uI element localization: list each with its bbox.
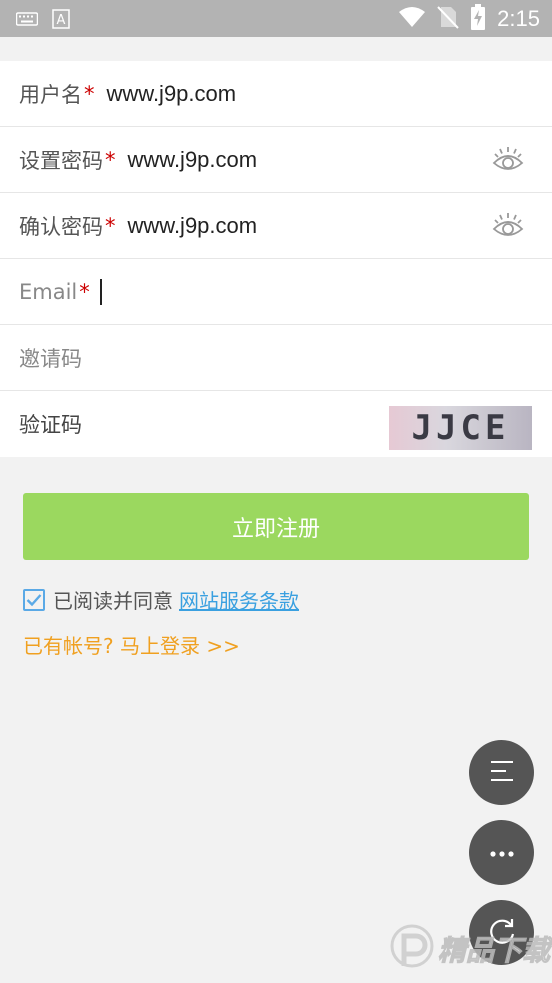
invite-code-label: 邀请码 — [19, 346, 82, 371]
required-mark: * — [79, 279, 90, 304]
watermark-logo-icon — [390, 922, 434, 976]
required-mark: * — [84, 81, 95, 106]
username-label: 用户名 — [19, 82, 82, 107]
register-button[interactable]: 立即注册 — [23, 493, 529, 560]
checkmark-icon — [26, 593, 42, 606]
agreement-row: 已阅读并同意 网站服务条款 — [23, 585, 299, 614]
status-bar: A 2:15 — [0, 0, 552, 37]
eye-icon[interactable] — [492, 211, 524, 243]
battery-charging-icon — [471, 4, 486, 34]
keyboard-icon — [15, 11, 39, 31]
menu-fab[interactable] — [469, 740, 534, 805]
confirm-password-label: 确认密码 — [19, 214, 103, 239]
username-field[interactable]: 用户名 * www.j9p.com — [0, 61, 552, 127]
email-label: Email — [19, 279, 78, 304]
font-icon: A — [52, 9, 70, 33]
no-sim-icon — [437, 5, 459, 33]
email-field[interactable]: Email * — [0, 259, 552, 325]
more-fab[interactable] — [469, 820, 534, 885]
login-link[interactable]: 已有帐号? 马上登录 >> — [23, 630, 240, 659]
svg-text:A: A — [57, 13, 66, 28]
required-mark: * — [105, 213, 116, 238]
agree-checkbox[interactable] — [23, 588, 45, 611]
username-input[interactable]: www.j9p.com — [107, 81, 237, 107]
eye-icon[interactable] — [492, 145, 524, 177]
wifi-icon — [399, 6, 426, 32]
text-cursor — [99, 278, 102, 305]
terms-link[interactable]: 网站服务条款 — [179, 585, 299, 614]
password-label: 设置密码 — [19, 148, 103, 173]
required-mark: * — [105, 147, 116, 172]
watermark-text: 精品下载 — [437, 934, 551, 968]
confirm-password-field[interactable]: 确认密码 * www.j9p.com — [0, 193, 552, 259]
menu-icon — [489, 759, 515, 787]
agreement-text: 已阅读并同意 — [53, 589, 173, 613]
more-icon — [489, 843, 515, 862]
captcha-field[interactable]: 验证码 JJCE — [0, 391, 552, 457]
captcha-text: JJCE — [411, 408, 510, 448]
watermark: 精品下载 — [390, 922, 551, 976]
captcha-label: 验证码 — [19, 413, 82, 437]
captcha-image[interactable]: JJCE — [389, 406, 532, 450]
status-time: 2:15 — [497, 6, 540, 31]
password-field[interactable]: 设置密码 * www.j9p.com — [0, 127, 552, 193]
confirm-password-input[interactable]: www.j9p.com — [128, 213, 258, 239]
invite-code-field[interactable]: 邀请码 — [0, 325, 552, 391]
password-input[interactable]: www.j9p.com — [128, 147, 258, 173]
registration-form: 用户名 * www.j9p.com 设置密码 * www.j9p.com 确认密码 *… — [0, 61, 552, 457]
